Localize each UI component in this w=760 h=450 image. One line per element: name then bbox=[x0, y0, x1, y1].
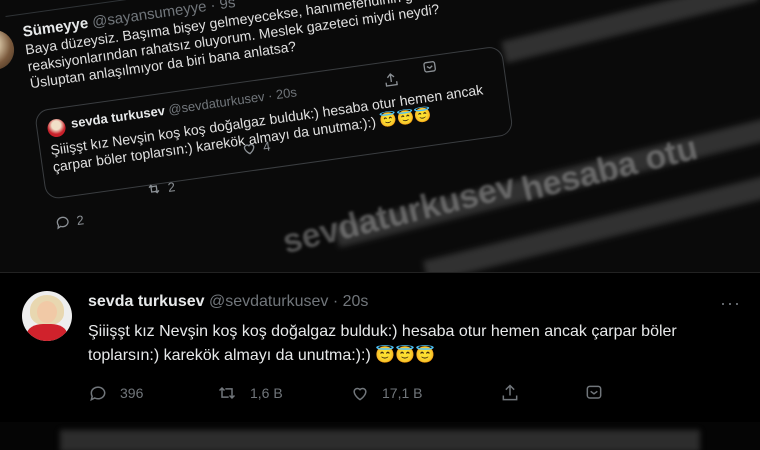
top-photo-area: sevdaturkusev hesaba otu @... Sümeyye @s… bbox=[0, 0, 760, 272]
share-icon bbox=[502, 384, 518, 401]
tweet-emojis: 😇😇😇 bbox=[375, 347, 435, 364]
quoted-time: 20s bbox=[274, 84, 298, 103]
separator-dot: · bbox=[267, 87, 274, 104]
quoted-avatar bbox=[46, 117, 67, 139]
heart-icon bbox=[353, 387, 367, 401]
retweet-icon bbox=[148, 184, 160, 194]
share-action[interactable] bbox=[382, 71, 400, 89]
bookmark-action[interactable] bbox=[421, 58, 439, 76]
like-button[interactable]: 17,1 B bbox=[350, 383, 422, 403]
tweet-time[interactable]: 20s bbox=[343, 293, 369, 310]
bookmark-icon bbox=[586, 385, 602, 399]
retweet-action[interactable]: 2 bbox=[145, 178, 176, 198]
tweet-actions: 396 1,6 B 17,1 B bbox=[88, 383, 718, 407]
separator-dot: · bbox=[209, 0, 217, 15]
like-count: 17,1 B bbox=[382, 385, 423, 401]
retweet-button[interactable]: 1,6 B bbox=[216, 383, 283, 403]
bookmark-icon bbox=[423, 61, 436, 73]
reply-action[interactable]: 2 bbox=[54, 211, 85, 231]
reply-icon bbox=[56, 216, 69, 230]
reply-icon bbox=[90, 386, 106, 402]
share-icon bbox=[385, 73, 398, 87]
retweet-icon bbox=[218, 386, 236, 400]
more-options-button[interactable]: ··· bbox=[720, 293, 741, 314]
tweet-header: sevda turkusev @sevdaturkusev · 20s bbox=[88, 293, 368, 311]
heart-icon bbox=[243, 143, 255, 155]
tweet[interactable]: sevda turkusev @sevdaturkusev · 20s ··· … bbox=[0, 272, 760, 423]
reply-count: 396 bbox=[120, 385, 144, 401]
author-handle[interactable]: @sevdaturkusev bbox=[209, 293, 328, 310]
retweet-count: 1,6 B bbox=[250, 385, 283, 401]
reply-button[interactable]: 396 bbox=[88, 383, 143, 403]
bottom-blur-strip bbox=[0, 422, 760, 450]
reply-count: 2 bbox=[75, 211, 85, 228]
avatar[interactable] bbox=[0, 27, 17, 73]
share-button[interactable] bbox=[500, 383, 520, 403]
reply-time[interactable]: 9s bbox=[218, 0, 236, 13]
author-name[interactable]: sevda turkusev bbox=[88, 293, 205, 310]
avatar[interactable] bbox=[22, 291, 72, 341]
bookmark-button[interactable] bbox=[584, 383, 604, 403]
tweet-text: Şiiişşt kız Nevşin koş koş doğalgaz buld… bbox=[88, 320, 708, 368]
separator-dot: · bbox=[332, 293, 339, 310]
